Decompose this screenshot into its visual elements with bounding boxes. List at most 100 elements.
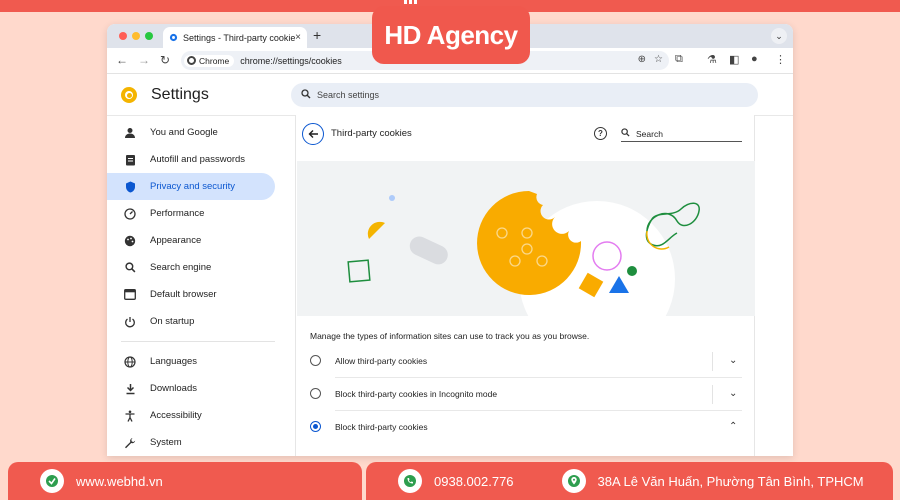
tab-title: Settings - Third-party cookie bbox=[183, 32, 296, 43]
reload-icon[interactable]: ↻ bbox=[158, 53, 172, 67]
new-tab-button[interactable]: + bbox=[313, 27, 321, 43]
sidebar-item-privacy[interactable]: Privacy and security bbox=[107, 173, 275, 200]
chip-label: Chrome bbox=[199, 55, 230, 66]
help-icon[interactable]: ? bbox=[594, 127, 607, 140]
tab-search-button[interactable]: ⌄ bbox=[771, 28, 787, 44]
sidebar-item-default-browser[interactable]: Default browser bbox=[107, 281, 287, 308]
sidebar-item-autofill[interactable]: Autofill and passwords bbox=[107, 146, 287, 173]
panel-description: Manage the types of information sites ca… bbox=[310, 331, 590, 341]
back-arrow-icon bbox=[308, 130, 318, 138]
search-icon bbox=[301, 88, 311, 102]
sidebar-item-you-and-google[interactable]: You and Google bbox=[107, 119, 287, 146]
phone-icon bbox=[398, 469, 422, 493]
panel-title: Third-party cookies bbox=[331, 128, 412, 139]
close-window-button[interactable] bbox=[119, 32, 127, 40]
sidebar-item-label: Downloads bbox=[150, 383, 197, 394]
logo-bars-icon bbox=[404, 0, 417, 4]
site-chip[interactable]: Chrome bbox=[184, 54, 235, 67]
cookies-panel: Third-party cookies ? Search Manage the … bbox=[295, 115, 755, 456]
sidebar-item-languages[interactable]: Languages bbox=[107, 348, 287, 375]
chevron-down-icon[interactable]: ⌄ bbox=[729, 355, 737, 366]
search-placeholder: Search settings bbox=[317, 90, 380, 100]
sidebar-item-label: You and Google bbox=[150, 127, 218, 138]
sidebar-item-label: Default browser bbox=[150, 289, 217, 300]
sidebar-divider bbox=[121, 341, 275, 342]
settings-header: Settings Search settings bbox=[107, 75, 793, 115]
gear-icon bbox=[169, 33, 178, 42]
palette-icon bbox=[123, 234, 137, 248]
sidebar-item-on-startup[interactable]: On startup bbox=[107, 308, 287, 335]
option-allow-third-party[interactable]: Allow third-party cookies ⌄ bbox=[296, 344, 756, 377]
clipboard-icon bbox=[123, 153, 137, 167]
webhd-logo-icon bbox=[40, 469, 64, 493]
option-label: Block third-party cookies bbox=[335, 421, 428, 432]
logo-text: HD Agency bbox=[384, 19, 518, 50]
sidebar-item-label: Autofill and passwords bbox=[150, 154, 246, 165]
option-block-third-party[interactable]: Block third-party cookies ⌃ bbox=[296, 410, 756, 443]
cookie-illustration bbox=[297, 161, 755, 316]
person-icon bbox=[123, 126, 137, 140]
radio-block-incognito[interactable] bbox=[310, 388, 321, 399]
sidebar-item-label: System bbox=[150, 437, 182, 448]
sidebar-item-appearance[interactable]: Appearance bbox=[107, 227, 287, 254]
bookmark-star-icon[interactable]: ☆ bbox=[654, 54, 663, 65]
settings-sidebar: You and Google Autofill and passwords Pr… bbox=[107, 119, 287, 456]
footer-address: 38A Lê Văn Huấn, Phường Tân Bình, TPHCM bbox=[597, 473, 864, 489]
cookie-illustration-icon bbox=[347, 191, 700, 316]
side-panel-icon[interactable]: ◧ bbox=[729, 53, 739, 66]
chrome-logo-icon bbox=[121, 87, 137, 103]
option-divider bbox=[712, 352, 713, 371]
globe-icon bbox=[123, 355, 137, 369]
url-text[interactable]: chrome://settings/cookies bbox=[240, 56, 342, 66]
chevron-down-icon[interactable]: ⌄ bbox=[729, 388, 737, 399]
sidebar-item-label: Search engine bbox=[150, 262, 212, 273]
profile-avatar-icon[interactable]: ● bbox=[751, 53, 758, 65]
extensions-icon[interactable]: ⧉ bbox=[675, 53, 683, 66]
sidebar-item-search-engine[interactable]: Search engine bbox=[107, 254, 287, 281]
more-menu-icon[interactable]: ⋮ bbox=[775, 53, 786, 66]
browser-window: Settings - Third-party cookie × + ⌄ ← → … bbox=[107, 24, 793, 456]
forward-arrow-icon[interactable]: → bbox=[137, 53, 151, 67]
sidebar-item-downloads[interactable]: Downloads bbox=[107, 375, 287, 402]
back-button[interactable] bbox=[302, 123, 324, 145]
tab-settings[interactable]: Settings - Third-party cookie × bbox=[163, 27, 307, 48]
search-settings-input[interactable]: Search settings bbox=[291, 83, 758, 107]
sidebar-item-performance[interactable]: Performance bbox=[107, 200, 287, 227]
back-arrow-icon[interactable]: ← bbox=[115, 53, 129, 67]
radio-block-third-party[interactable] bbox=[310, 421, 321, 432]
minimize-window-button[interactable] bbox=[132, 32, 140, 40]
footer-phone[interactable]: 0938.002.776 bbox=[434, 474, 514, 489]
chevron-up-icon[interactable]: ⌃ bbox=[729, 421, 737, 432]
wrench-icon bbox=[123, 436, 137, 450]
panel-search-input[interactable]: Search bbox=[621, 126, 742, 142]
footer-website-bar: www.webhd.vn bbox=[8, 462, 362, 500]
sidebar-item-label: Performance bbox=[150, 208, 205, 219]
option-label: Allow third-party cookies bbox=[335, 355, 428, 366]
search-icon bbox=[123, 261, 137, 275]
sidebar-item-label: Languages bbox=[150, 356, 198, 367]
sidebar-item-label: Appearance bbox=[150, 235, 202, 246]
panel-header: Third-party cookies ? Search bbox=[296, 115, 756, 153]
footer-contact-bar: 0938.002.776 38A Lê Văn Huấn, Phường Tân… bbox=[366, 462, 893, 500]
power-icon bbox=[123, 315, 137, 329]
option-block-incognito[interactable]: Block third-party cookies in Incognito m… bbox=[296, 377, 756, 410]
search-icon bbox=[621, 128, 630, 139]
sidebar-item-system[interactable]: System bbox=[107, 429, 287, 456]
sidebar-item-label: Privacy and security bbox=[150, 181, 236, 192]
lab-flask-icon[interactable]: ⚗ bbox=[707, 53, 717, 66]
footer-website[interactable]: www.webhd.vn bbox=[76, 474, 163, 489]
zoom-icon[interactable]: ⊕ bbox=[638, 54, 646, 65]
radio-allow-third-party[interactable] bbox=[310, 355, 321, 366]
option-divider bbox=[712, 385, 713, 404]
sidebar-item-label: On startup bbox=[150, 316, 195, 327]
page-title: Settings bbox=[151, 86, 209, 103]
maximize-window-button[interactable] bbox=[145, 32, 153, 40]
browser-window-icon bbox=[123, 288, 137, 302]
tab-close-icon[interactable]: × bbox=[295, 32, 301, 43]
sidebar-item-accessibility[interactable]: Accessibility bbox=[107, 402, 287, 429]
panel-search-label: Search bbox=[636, 128, 663, 139]
accessibility-icon bbox=[123, 409, 137, 423]
speedometer-icon bbox=[123, 207, 137, 221]
chrome-icon bbox=[187, 56, 196, 65]
location-pin-icon bbox=[561, 469, 586, 493]
